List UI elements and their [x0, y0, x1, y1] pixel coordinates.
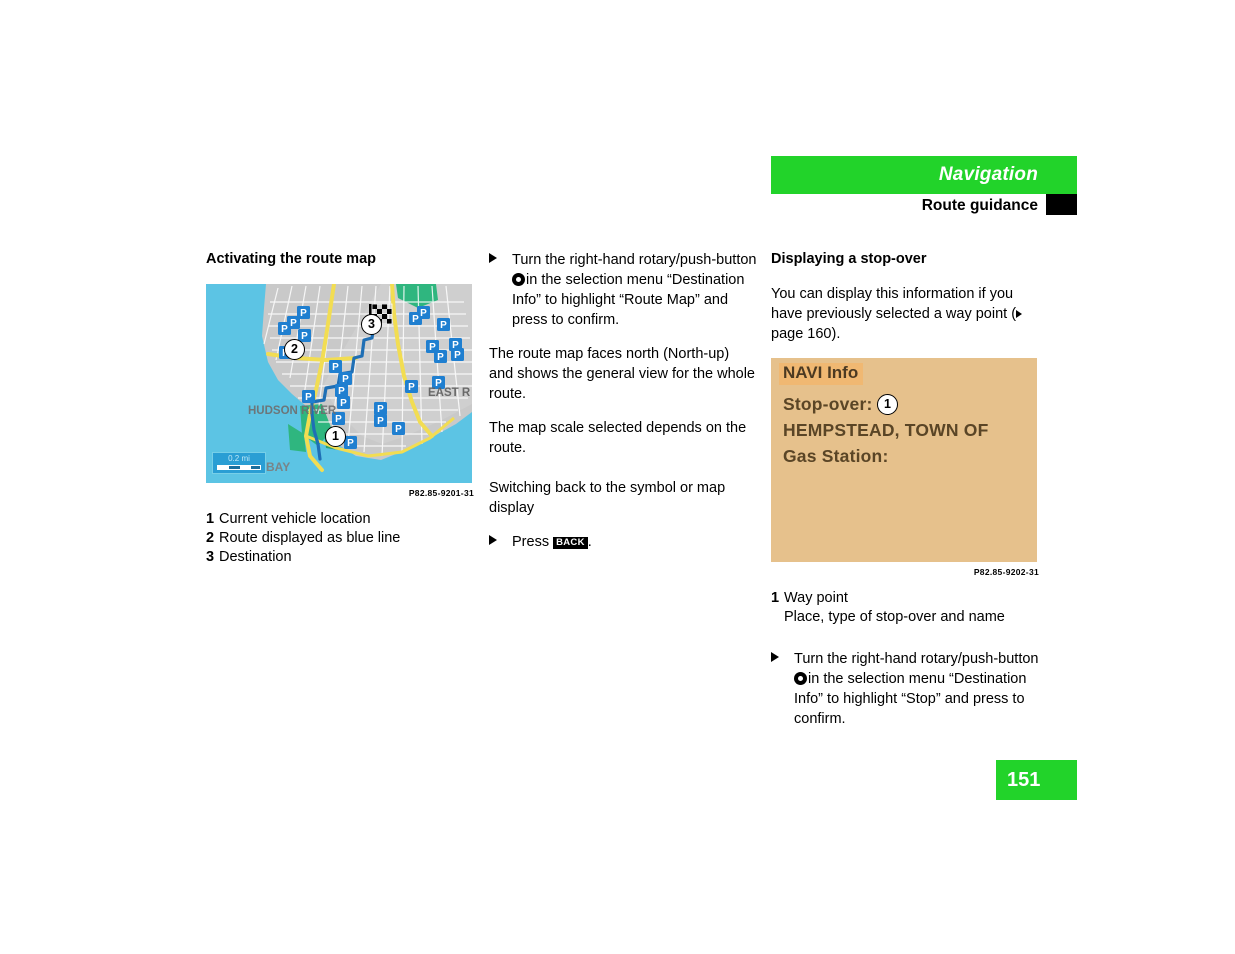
legend-item: 1 Current vehicle location — [206, 510, 474, 529]
figure-code-right: P82.85-9202-31 — [973, 566, 1039, 577]
middle-column: Turn the right-hand rotary/push-button i… — [489, 250, 757, 566]
step-text-part-b: in the selection menu “Destination Info”… — [794, 671, 1027, 728]
right-legend: 1 Way point Place, type of stop-over and… — [771, 589, 1039, 628]
legend-number: 1 — [771, 589, 780, 606]
navi-screen-title: NAVI Info — [783, 362, 859, 382]
svg-text:P: P — [420, 308, 427, 319]
step-text-part-a: Press — [512, 534, 550, 550]
svg-text:P: P — [440, 320, 447, 331]
svg-text:P: P — [377, 404, 384, 415]
legend-label: Route displayed as blue line — [219, 529, 401, 546]
legend-number: 1 — [206, 510, 215, 527]
map-scale-bar: 0.2 mi — [212, 451, 266, 474]
section-tab-marker — [1046, 194, 1077, 215]
navi-info-screen-figure: NAVI Info Stop-over: HEMPSTEAD, TOWN OF … — [771, 357, 1037, 562]
navi-line-type: Gas Station: — [783, 445, 889, 466]
map-label-hudson-river: HUDSON RIVER — [248, 405, 337, 417]
svg-text:P: P — [332, 362, 339, 373]
step-text-part-b: in the selection menu “Destination Info”… — [512, 272, 745, 328]
map-scale-label: 0.2 mi — [228, 453, 250, 463]
legend-sublabel: Place, type of stop-over and name — [784, 608, 1005, 625]
right-column: Displaying a stop-over You can display t… — [771, 250, 1039, 743]
svg-text:P: P — [305, 392, 312, 403]
paragraph-route-map-north-up: The route map faces north (North-up) and… — [489, 346, 755, 402]
legend-item: 2 Route displayed as blue line — [206, 529, 474, 548]
page-number-box: 151 — [996, 760, 1077, 800]
svg-text:P: P — [395, 424, 402, 435]
heading-switching-back: Switching back to the symbol or map disp… — [489, 480, 726, 516]
legend-label: Destination — [219, 549, 292, 566]
page-header: Navigation Route guidance — [771, 156, 1077, 218]
paragraph-text-b: ). — [831, 325, 841, 342]
paragraph-stop-over-intro: You can display this information if you … — [771, 284, 1039, 344]
svg-text:P: P — [301, 331, 308, 342]
left-heading: Activating the route map — [206, 251, 376, 267]
navi-line-place: HEMPSTEAD, TOWN OF — [783, 419, 989, 440]
paragraph-map-scale: The map scale selected depends on the ro… — [489, 420, 747, 456]
left-column: Activating the route map P P P P P P P P… — [206, 250, 474, 567]
step-text-part-b: . — [587, 534, 592, 550]
svg-text:P: P — [429, 342, 436, 353]
svg-text:P: P — [340, 398, 347, 409]
svg-text:P: P — [377, 416, 384, 427]
map-callout-1: 1 — [325, 425, 346, 447]
legend-number: 2 — [206, 529, 215, 546]
svg-text:P: P — [347, 438, 354, 449]
map-label-east-river: EAST R — [428, 387, 471, 399]
step-press-back: Press BACK. — [489, 532, 757, 552]
step-arrow-icon — [489, 535, 497, 545]
navi-line-stop-over: Stop-over: — [783, 393, 873, 414]
svg-text:P: P — [342, 374, 349, 385]
chapter-title: Navigation — [938, 164, 1038, 185]
legend-label: Way point — [784, 589, 848, 606]
chapter-bar: Navigation — [771, 156, 1077, 194]
figure-code-left: P82.85-9201-31 — [408, 487, 474, 498]
map-label-bay: BAY — [266, 460, 290, 474]
navi-title-highlight: NAVI Info — [779, 362, 864, 385]
paragraph-text-a: You can display this information if you … — [771, 285, 1017, 322]
back-key[interactable]: BACK — [553, 536, 588, 549]
legend-item: 1 Way point — [771, 589, 1039, 608]
step-arrow-icon — [489, 253, 497, 263]
page-reference-label[interactable]: page 160 — [771, 326, 831, 342]
svg-text:P: P — [281, 324, 288, 335]
svg-text:P: P — [290, 318, 297, 329]
svg-text:P: P — [437, 352, 444, 363]
legend-item: 3 Destination — [206, 548, 474, 567]
step-text-part-a: Turn the right-hand rotary/push-button — [512, 252, 757, 268]
svg-text:P: P — [338, 386, 345, 397]
map-scale-ruler — [217, 464, 261, 470]
step-activate-route-map: Turn the right-hand rotary/push-button i… — [489, 250, 757, 330]
route-map-figure: P P P P P P P P P P P P P P P P P P P P … — [206, 283, 472, 483]
section-row: Route guidance — [771, 194, 1077, 218]
svg-text:P: P — [335, 414, 342, 425]
svg-text:P: P — [300, 308, 307, 319]
rotary-push-button-icon — [512, 273, 525, 286]
step-display-stop: Turn the right-hand rotary/push-button i… — [771, 649, 1039, 729]
legend-label: Current vehicle location — [219, 510, 371, 527]
page-number: 151 — [1007, 768, 1041, 791]
svg-text:P: P — [408, 382, 415, 393]
navi-callout-1: 1 — [877, 393, 898, 415]
legend-number: 3 — [206, 549, 215, 566]
left-legend: 1 Current vehicle location 2 Route displ… — [206, 510, 474, 568]
step-arrow-icon — [771, 652, 779, 663]
right-heading: Displaying a stop-over — [771, 251, 927, 267]
rotary-push-button-icon — [794, 672, 807, 686]
svg-text:P: P — [412, 314, 419, 325]
map-callout-3: 3 — [361, 313, 382, 335]
page-reference-icon — [1016, 309, 1023, 318]
map-callout-2: 2 — [284, 338, 305, 360]
step-text-part-a: Turn the right-hand rotary/push-button — [794, 651, 1039, 668]
svg-text:P: P — [454, 350, 461, 361]
